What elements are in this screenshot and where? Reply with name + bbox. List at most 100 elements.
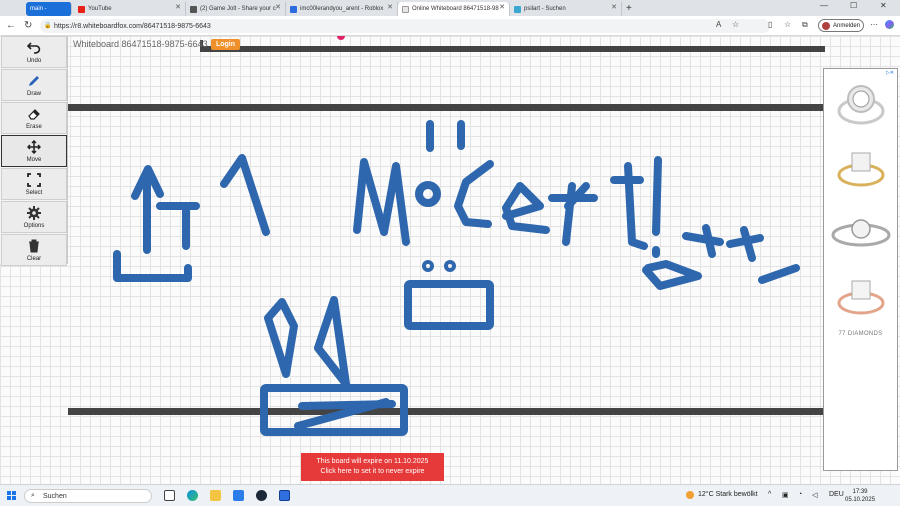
- edge-icon[interactable]: [187, 490, 198, 501]
- more-menu-icon[interactable]: ⋯: [870, 20, 878, 29]
- erase-button[interactable]: Erase: [1, 102, 67, 134]
- trash-icon: [29, 239, 39, 252]
- weather-text[interactable]: 12°C Stark bewölkt: [698, 491, 758, 498]
- login-button[interactable]: Login: [211, 39, 240, 50]
- clock-time: 17:39: [852, 489, 868, 495]
- tab-gamejolt[interactable]: (2) Game Jolt - Share your c ✕: [186, 2, 286, 16]
- new-tab-icon[interactable]: +: [626, 3, 632, 14]
- board-rule: [68, 104, 825, 111]
- collections-icon[interactable]: ⧉: [802, 20, 808, 30]
- tool-label: Options: [23, 222, 45, 229]
- clock[interactable]: 17:39 05.10.2025: [845, 488, 875, 504]
- reload-icon[interactable]: ↻: [24, 20, 32, 31]
- store-icon[interactable]: [233, 490, 244, 501]
- address-bar: ← ↻ 🔒 https://r8.whiteboardfox.com/86471…: [0, 16, 900, 36]
- close-window-icon[interactable]: ✕: [880, 1, 887, 10]
- steam-icon[interactable]: [256, 490, 267, 501]
- ad-brand: 77 DIAMONDS: [838, 331, 883, 337]
- close-icon[interactable]: ✕: [175, 3, 181, 11]
- cursor-dot: [337, 36, 345, 40]
- read-aloud-icon[interactable]: A: [716, 20, 721, 29]
- tab-label: imc00lerandyou_arent - Roblox: [300, 6, 384, 12]
- favorite-star-icon[interactable]: ☆: [732, 20, 739, 29]
- ad-panel[interactable]: ▷✕ 77 DIAMONDS: [823, 68, 898, 471]
- move-icon: [27, 139, 41, 154]
- board-rule: [200, 46, 825, 52]
- undo-button[interactable]: Undo: [1, 36, 67, 68]
- network-icon[interactable]: ▣: [782, 491, 789, 499]
- tool-label: Clear: [26, 255, 42, 262]
- clear-button[interactable]: Clear: [1, 234, 67, 266]
- search-label: Suchen: [43, 492, 67, 500]
- expiry-text: This board will expire on 11.10.2025: [316, 458, 429, 465]
- language-indicator[interactable]: DEU: [829, 491, 844, 498]
- roblox-icon: [290, 5, 297, 13]
- file-explorer-icon[interactable]: [210, 490, 221, 501]
- speaker-icon: [190, 5, 197, 13]
- favorites-icon[interactable]: ☆: [784, 20, 791, 29]
- wifi-icon[interactable]: ◔: [798, 491, 802, 498]
- tool-label: Select: [25, 189, 43, 196]
- expiry-banner[interactable]: This board will expire on 11.10.2025 Cli…: [301, 453, 444, 481]
- search-icon: ⌕: [31, 492, 35, 499]
- move-button[interactable]: Move: [1, 135, 67, 167]
- copilot-icon[interactable]: [885, 20, 894, 29]
- ad-choices-icon[interactable]: ▷✕: [886, 70, 894, 76]
- taskbar-search[interactable]: ⌕ Suchen: [24, 489, 152, 503]
- options-button[interactable]: Options: [1, 201, 67, 233]
- tab-label: psilart - Suchen: [524, 6, 566, 12]
- windows-start-icon[interactable]: [7, 491, 17, 501]
- tool-label: Undo: [26, 57, 42, 64]
- lock-icon: 🔒: [44, 23, 52, 29]
- select-button[interactable]: Select: [1, 168, 67, 200]
- tool-label: Draw: [26, 90, 41, 97]
- roblox-app-icon[interactable]: [279, 490, 290, 501]
- close-icon[interactable]: ✕: [275, 3, 281, 11]
- pencil-icon: [29, 75, 39, 86]
- tray-overflow-icon[interactable]: ^: [768, 491, 771, 498]
- close-icon[interactable]: ✕: [499, 3, 505, 11]
- clock-date: 05.10.2025: [845, 497, 876, 503]
- handwriting-strokes: [113, 120, 800, 436]
- signin-button[interactable]: Anmelden: [818, 19, 864, 32]
- ring-image: [837, 280, 885, 315]
- youtube-icon: [78, 5, 85, 13]
- tab-group-main[interactable]: main -: [26, 2, 72, 16]
- signin-label: Anmelden: [833, 22, 861, 29]
- weather-icon[interactable]: [686, 491, 694, 499]
- ring-image: [837, 85, 885, 125]
- eraser-icon: [28, 108, 40, 120]
- board-rule: [68, 408, 825, 415]
- undo-icon: [27, 41, 41, 54]
- tab-label: YouTube: [88, 6, 112, 12]
- maximize-icon[interactable]: ☐: [850, 1, 857, 10]
- tab-label: main -: [30, 6, 47, 12]
- ring-image: [831, 219, 891, 247]
- gear-icon: [27, 205, 41, 220]
- tool-label: Erase: [26, 123, 42, 130]
- ring-image: [837, 152, 885, 187]
- tab-label: (2) Game Jolt - Share your c: [200, 6, 276, 12]
- minimize-icon[interactable]: —: [820, 1, 828, 10]
- browser-tab-strip: main - YouTube ✕ (2) Game Jolt - Share yo…: [0, 0, 900, 16]
- tool-label: Move: [26, 156, 42, 163]
- split-screen-icon[interactable]: ▯: [768, 20, 772, 29]
- search-icon: [514, 5, 521, 13]
- avatar: [822, 22, 830, 30]
- never-expire-link[interactable]: Click here to set it to never expire: [301, 467, 444, 477]
- draw-button[interactable]: Draw: [1, 69, 67, 101]
- volume-icon[interactable]: ◁: [812, 491, 817, 499]
- back-icon[interactable]: ←: [6, 20, 16, 31]
- close-icon[interactable]: ✕: [387, 3, 393, 11]
- whiteboard-icon: [402, 5, 409, 13]
- whiteboard-page: Undo Draw Erase Move Select Options Clea…: [0, 36, 900, 484]
- tab-whiteboard[interactable]: Online Whiteboard 86471518-98 ✕: [398, 2, 510, 16]
- close-icon[interactable]: ✕: [611, 3, 617, 11]
- tab-bing[interactable]: psilart - Suchen ✕: [510, 2, 622, 16]
- task-view-icon[interactable]: [164, 490, 175, 501]
- board-title: Whiteboard 86471518-9875-6643: [73, 39, 208, 49]
- tab-roblox[interactable]: imc00lerandyou_arent - Roblox ✕: [286, 2, 398, 16]
- url-input[interactable]: 🔒 https://r8.whiteboardfox.com/86471518-…: [40, 19, 770, 33]
- tab-youtube[interactable]: YouTube ✕: [74, 2, 186, 16]
- drawing-canvas[interactable]: [0, 36, 900, 484]
